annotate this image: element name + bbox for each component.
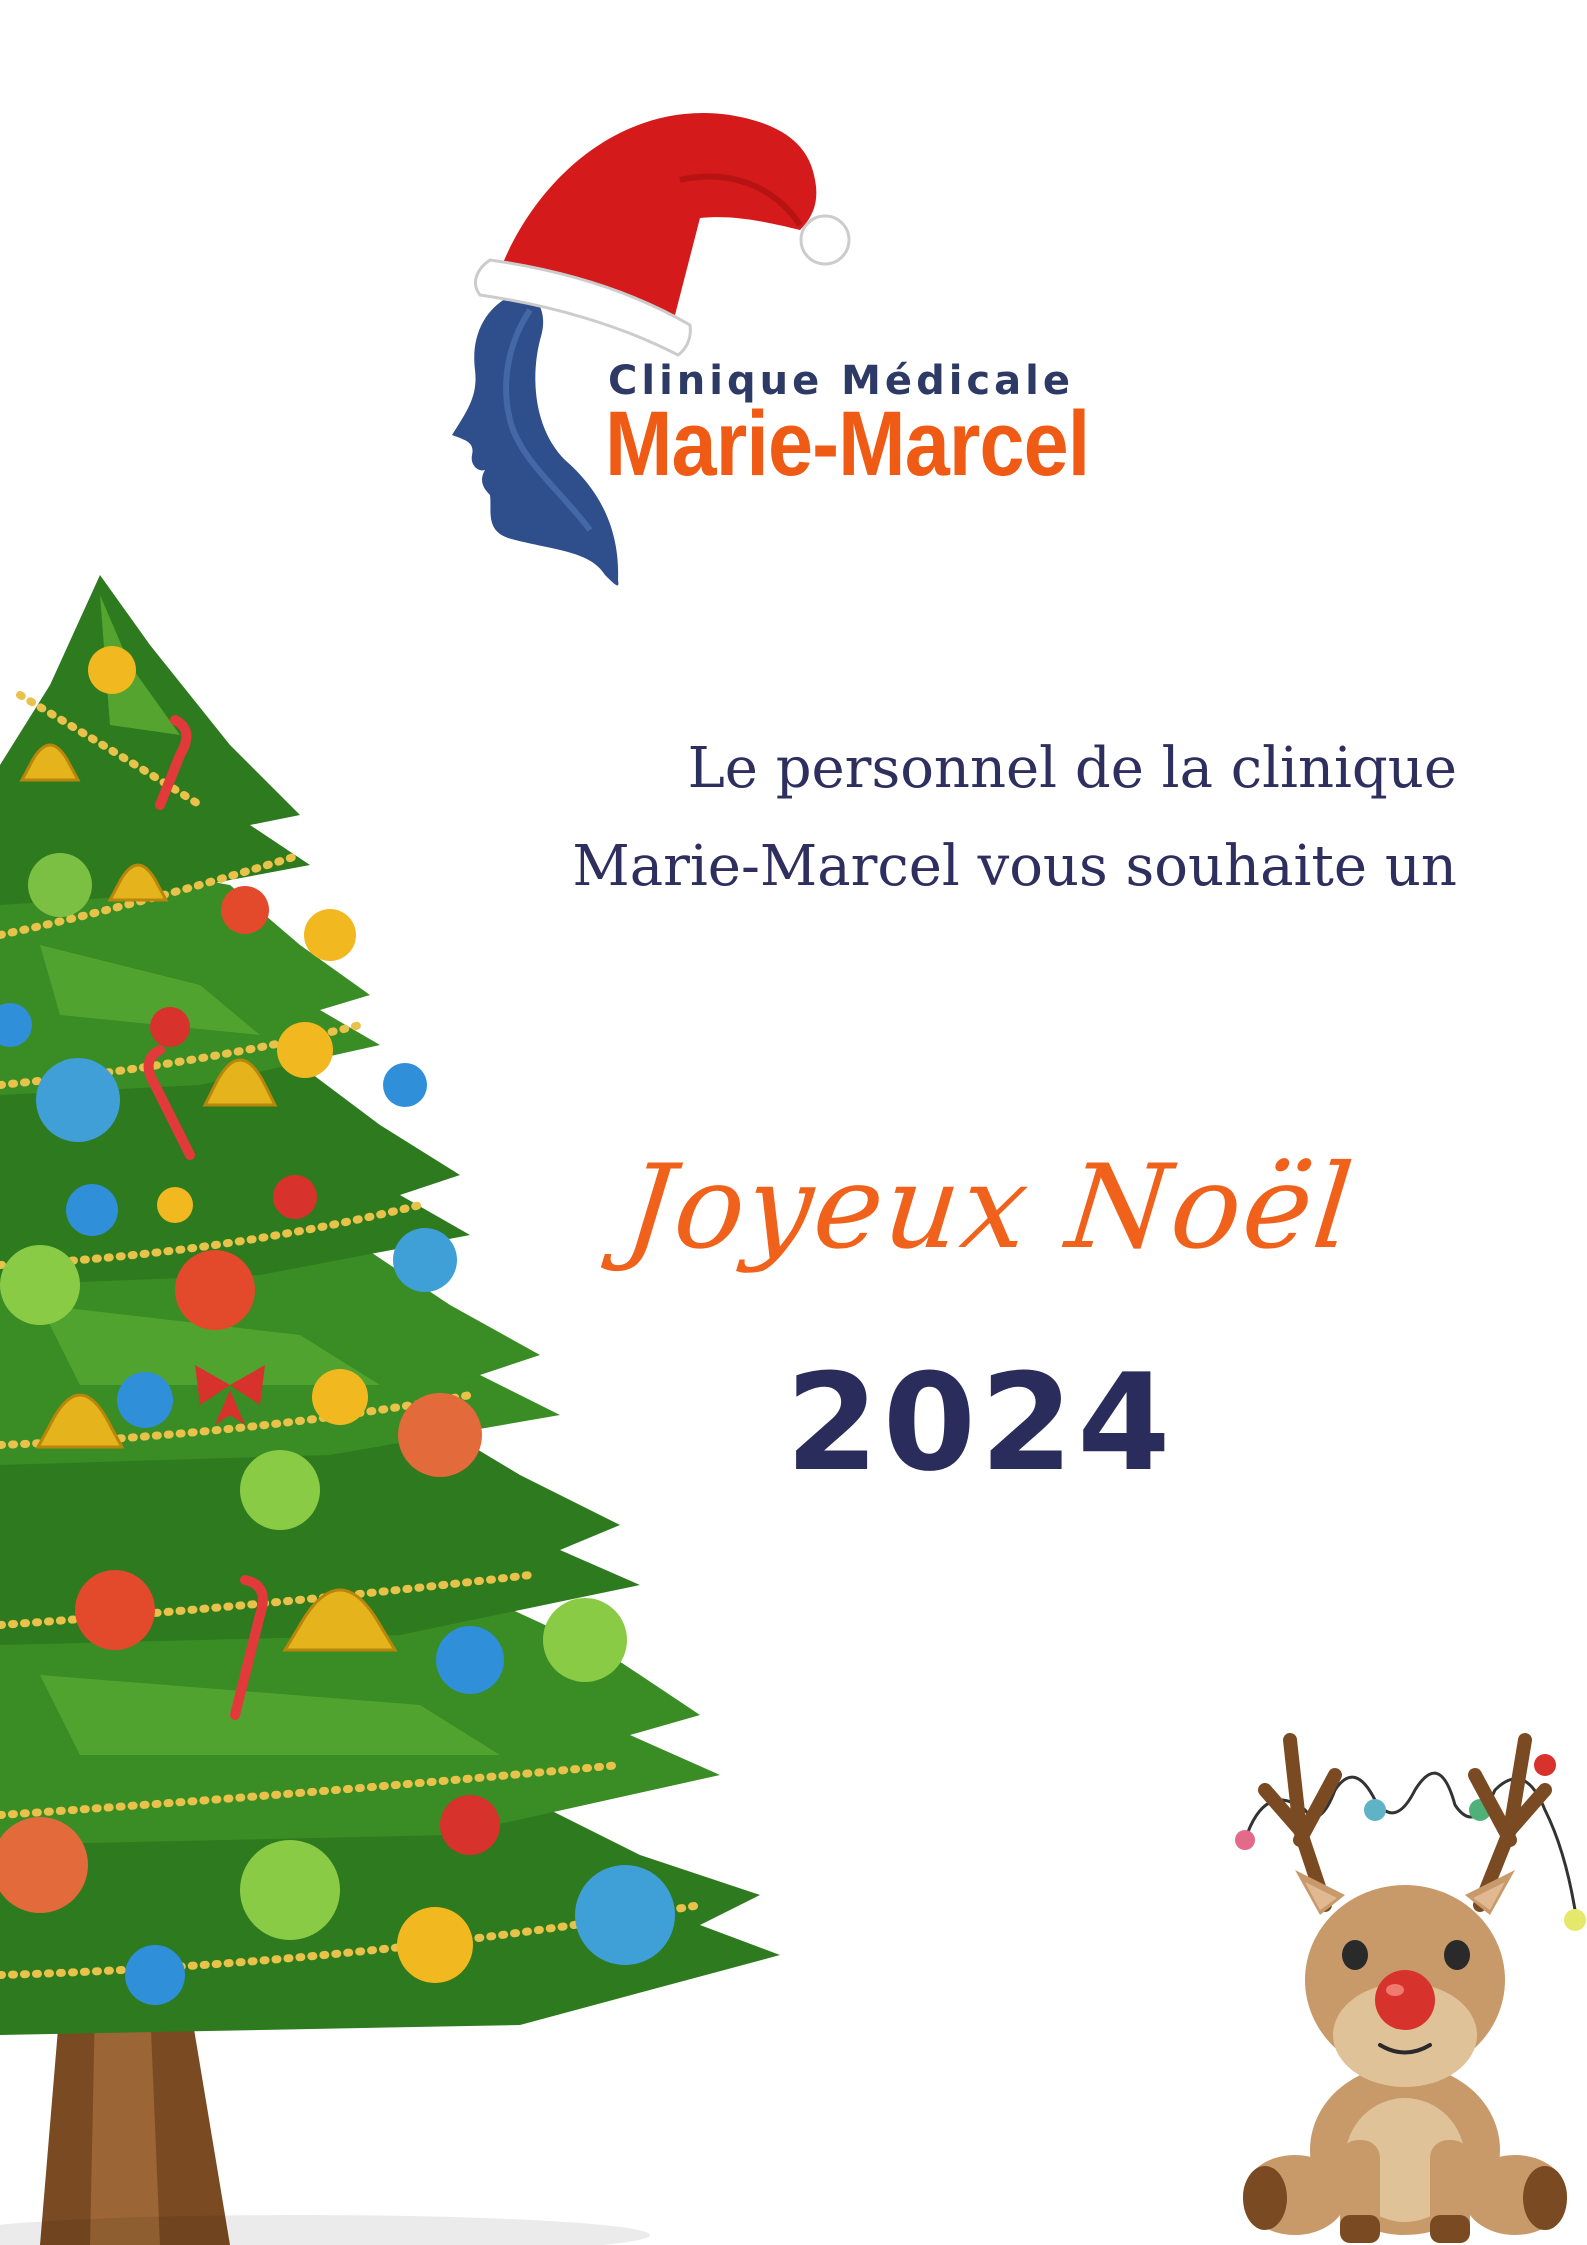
reindeer-icon — [1235, 1733, 1586, 2243]
christmas-tree-icon — [0, 575, 780, 2245]
clinic-logo — [452, 112, 851, 586]
face-profile-icon — [452, 290, 619, 586]
clinic-name-line2: Marie-Marcel — [605, 393, 1090, 495]
